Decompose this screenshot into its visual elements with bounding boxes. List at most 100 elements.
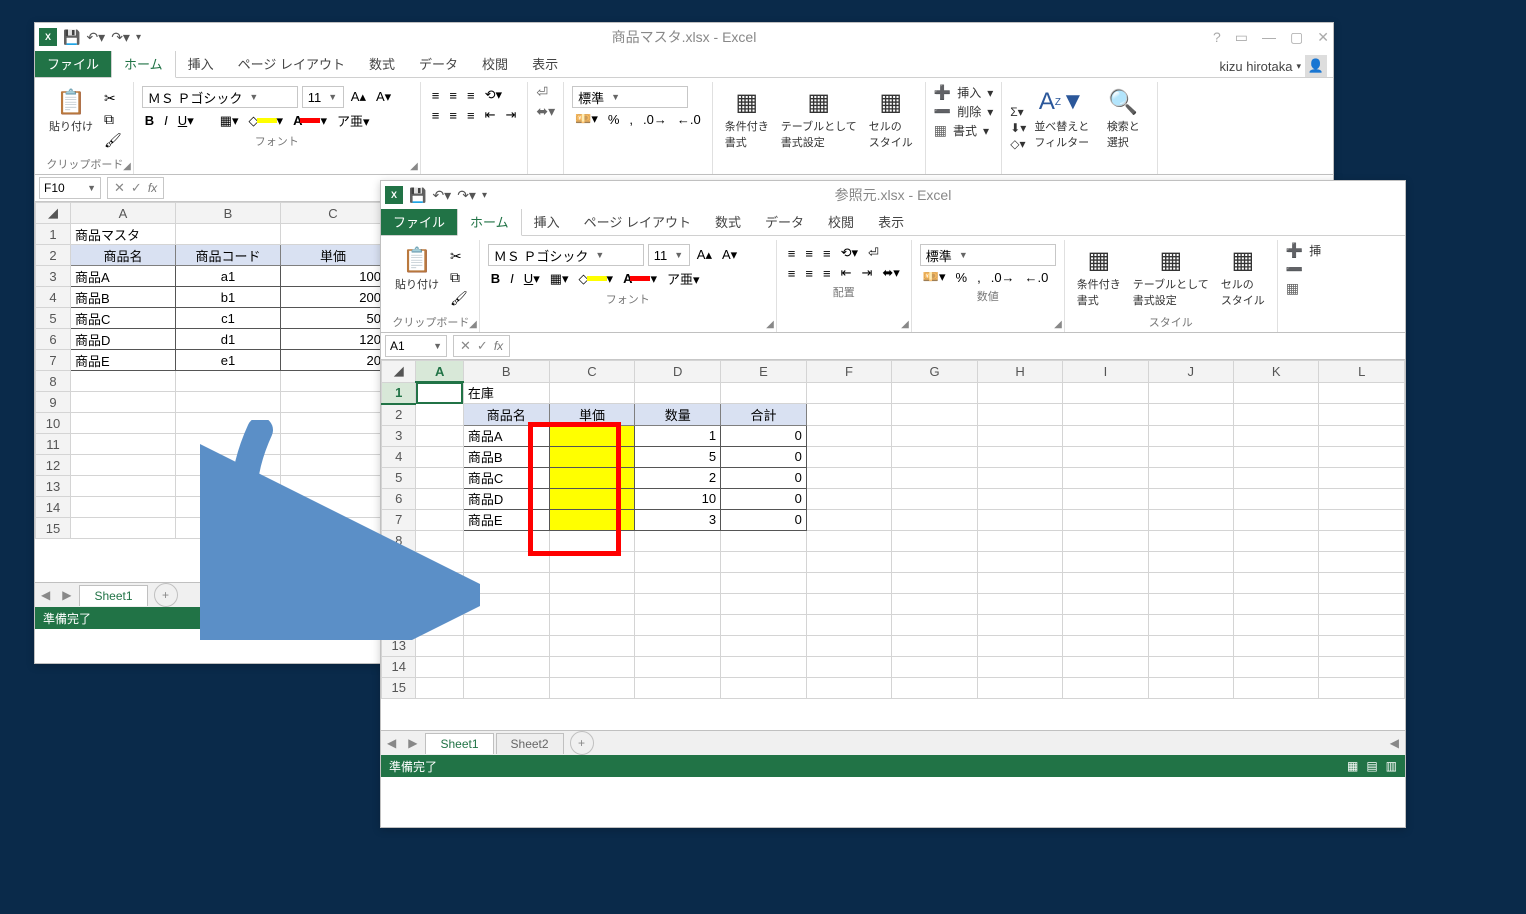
- enter-icon[interactable]: ✓: [131, 180, 142, 196]
- cell[interactable]: [1148, 635, 1233, 656]
- cell[interactable]: [416, 509, 463, 530]
- row-header[interactable]: 1: [36, 224, 71, 245]
- cell[interactable]: [416, 677, 463, 698]
- cell[interactable]: [1319, 488, 1405, 509]
- col-header[interactable]: A: [416, 361, 463, 383]
- cell[interactable]: [1319, 593, 1405, 614]
- cell[interactable]: [721, 530, 807, 551]
- find-select-button[interactable]: 🔍検索と 選択: [1097, 84, 1149, 172]
- cell[interactable]: [892, 404, 978, 426]
- cell[interactable]: [1063, 551, 1148, 572]
- row-header[interactable]: 6: [382, 488, 416, 509]
- insert-cells-button[interactable]: ➕挿入▾: [934, 84, 993, 101]
- cell[interactable]: [549, 677, 635, 698]
- cell[interactable]: 200: [281, 287, 386, 308]
- cell[interactable]: [1063, 467, 1148, 488]
- row-header[interactable]: 4: [382, 446, 416, 467]
- cell[interactable]: [1063, 593, 1148, 614]
- sheet-tab[interactable]: Sheet1: [425, 733, 493, 754]
- cell[interactable]: [416, 425, 463, 446]
- name-box[interactable]: A1▼: [385, 335, 447, 357]
- cell[interactable]: [806, 425, 891, 446]
- view-break-icon[interactable]: ▥: [1386, 759, 1397, 773]
- row-header[interactable]: 9: [382, 551, 416, 572]
- valign-bot-icon[interactable]: ≡: [464, 87, 478, 104]
- cell[interactable]: [721, 593, 807, 614]
- cell[interactable]: [1148, 614, 1233, 635]
- tab-nav-prev-icon[interactable]: ◀: [35, 588, 56, 602]
- cond-format-button[interactable]: ▦条件付き 書式: [721, 84, 773, 172]
- cell[interactable]: [977, 677, 1063, 698]
- col-header[interactable]: K: [1233, 361, 1318, 383]
- increase-font-icon[interactable]: A▴: [694, 246, 715, 264]
- cell[interactable]: [892, 551, 978, 572]
- row-header[interactable]: 2: [36, 245, 71, 266]
- tab-insert[interactable]: 挿入: [176, 50, 226, 77]
- save-icon[interactable]: 💾: [409, 187, 426, 204]
- worksheet-grid[interactable]: ◢ A B C D E F G H I J K L 1 在庫 2 商品名: [381, 360, 1405, 730]
- cell[interactable]: [281, 224, 386, 245]
- scroll-left-icon[interactable]: ◀: [1390, 736, 1399, 750]
- cell-style-button[interactable]: ▦セルの スタイル: [865, 84, 917, 172]
- cell[interactable]: [176, 518, 281, 539]
- cell[interactable]: [549, 425, 635, 446]
- row-header[interactable]: 10: [382, 572, 416, 593]
- cell[interactable]: 0: [721, 509, 807, 530]
- comma-icon[interactable]: ,: [626, 111, 636, 128]
- row-header[interactable]: 1: [382, 382, 416, 404]
- save-icon[interactable]: 💾: [63, 29, 80, 46]
- qat-customize-icon[interactable]: ▾: [482, 190, 487, 201]
- cell[interactable]: [281, 518, 386, 539]
- row-header[interactable]: 12: [36, 455, 71, 476]
- undo-icon[interactable]: ↶▾: [432, 187, 451, 204]
- minimize-icon[interactable]: —: [1262, 29, 1276, 46]
- qat-customize-icon[interactable]: ▾: [136, 32, 141, 43]
- cell[interactable]: [71, 434, 176, 455]
- cell[interactable]: [892, 656, 978, 677]
- cell[interactable]: [1063, 614, 1148, 635]
- cell[interactable]: [176, 392, 281, 413]
- tab-pagelayout[interactable]: ページ レイアウト: [572, 208, 703, 235]
- col-header[interactable]: H: [977, 361, 1063, 383]
- cancel-icon[interactable]: ✕: [460, 338, 471, 354]
- cell[interactable]: [721, 614, 807, 635]
- cell[interactable]: [721, 656, 807, 677]
- cell[interactable]: [1319, 677, 1405, 698]
- cell[interactable]: [1319, 509, 1405, 530]
- cell[interactable]: [416, 467, 463, 488]
- cell[interactable]: c1: [176, 308, 281, 329]
- cell[interactable]: [281, 392, 386, 413]
- row-header[interactable]: 5: [382, 467, 416, 488]
- cell[interactable]: 商品C: [463, 467, 549, 488]
- cell[interactable]: [1319, 635, 1405, 656]
- row-header[interactable]: 9: [36, 392, 71, 413]
- cell[interactable]: [977, 425, 1063, 446]
- currency-icon[interactable]: 💴▾: [920, 268, 949, 286]
- row-header[interactable]: 14: [382, 656, 416, 677]
- view-page-icon[interactable]: ▤: [1366, 759, 1377, 773]
- cell[interactable]: [71, 497, 176, 518]
- cell[interactable]: [1148, 404, 1233, 426]
- cell[interactable]: 合計: [721, 404, 807, 426]
- cut-icon[interactable]: ✂: [101, 89, 125, 108]
- sort-filter-button[interactable]: AZ▼並べ替えと フィルター: [1030, 84, 1093, 172]
- col-header[interactable]: I: [1063, 361, 1148, 383]
- indent-dec-icon[interactable]: ⇤: [482, 106, 499, 124]
- cell[interactable]: [416, 635, 463, 656]
- row-header[interactable]: 13: [382, 635, 416, 656]
- inc-decimal-icon[interactable]: .0→: [640, 111, 670, 128]
- cell[interactable]: [71, 413, 176, 434]
- cell[interactable]: 単価: [549, 404, 635, 426]
- tab-nav-next-icon[interactable]: ▶: [402, 736, 423, 750]
- cell[interactable]: [977, 635, 1063, 656]
- cell[interactable]: [1233, 656, 1318, 677]
- cell[interactable]: 120: [281, 329, 386, 350]
- cell[interactable]: [892, 509, 978, 530]
- tab-view[interactable]: 表示: [866, 208, 916, 235]
- cell[interactable]: 1: [635, 425, 721, 446]
- cell[interactable]: [463, 551, 549, 572]
- cell[interactable]: 0: [721, 488, 807, 509]
- align-left-icon[interactable]: ≡: [429, 107, 443, 124]
- currency-icon[interactable]: 💴▾: [572, 110, 601, 128]
- cell[interactable]: [635, 551, 721, 572]
